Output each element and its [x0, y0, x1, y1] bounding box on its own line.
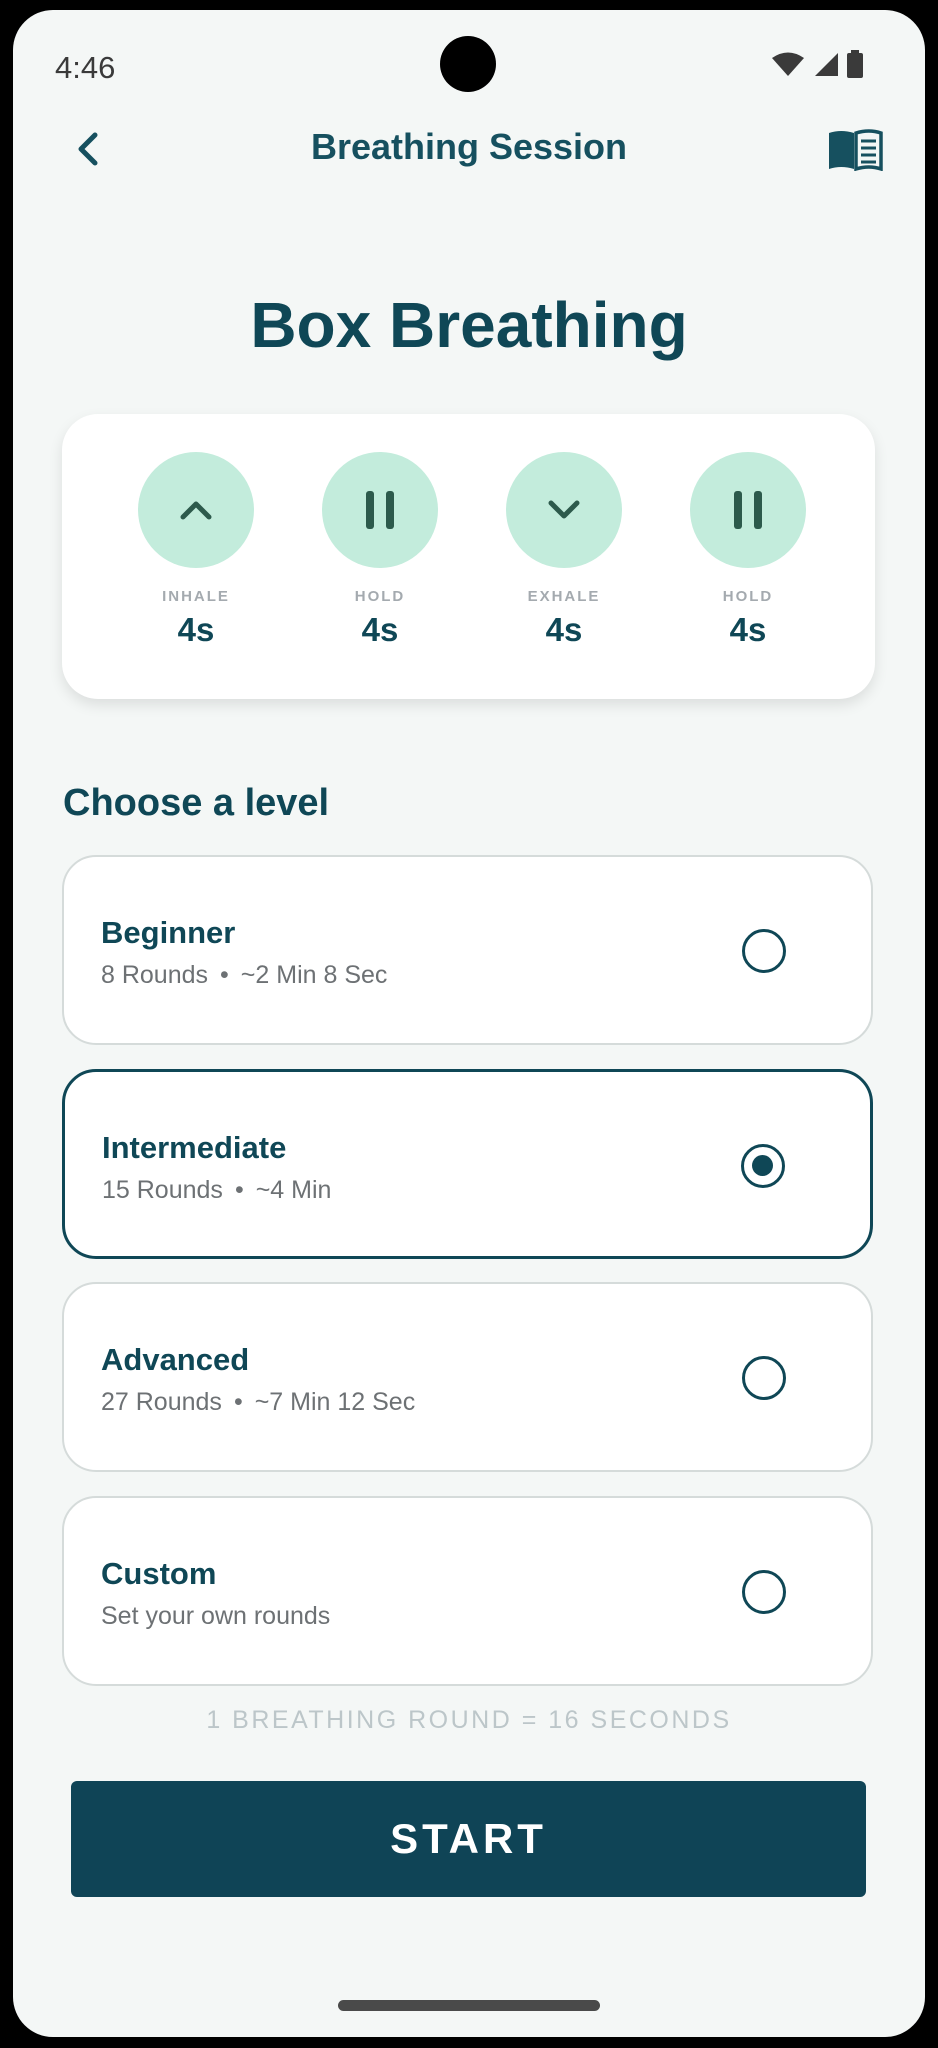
level-name: Intermediate: [102, 1130, 287, 1165]
phase-duration: 4s: [729, 611, 767, 648]
battery-icon: [847, 50, 863, 78]
phase-duration: 4s: [361, 611, 399, 648]
level-list-scroll-clip: Custom Set your own rounds: [13, 1490, 925, 1690]
separator-dot: •: [233, 1388, 243, 1416]
level-duration: ~4 Min: [255, 1176, 332, 1204]
radio-button-selected[interactable]: [741, 1144, 785, 1188]
status-bar: 4:46: [13, 10, 925, 120]
level-option-beginner[interactable]: Beginner 8 Rounds • ~2 Min 8 Sec: [62, 855, 873, 1045]
chevron-down-icon: [548, 500, 580, 519]
phase-icon-circle: [138, 452, 254, 568]
phase-exhale: EXHALE 4s: [504, 452, 624, 649]
level-duration: ~2 Min 8 Sec: [240, 961, 388, 989]
separator-dot: •: [220, 961, 229, 989]
separator-dot: •: [234, 1176, 244, 1204]
status-icons: [771, 50, 863, 78]
level-name: Custom: [101, 1556, 217, 1591]
radio-button[interactable]: [742, 1356, 786, 1400]
phase-icon-circle: [506, 452, 622, 568]
phase-label: HOLD: [722, 588, 774, 605]
level-details: 15 Rounds • ~4 Min: [102, 1176, 331, 1205]
phase-duration: 4s: [545, 611, 583, 648]
radio-button[interactable]: [742, 1570, 786, 1614]
guide-button[interactable]: [825, 124, 885, 174]
phase-icon-circle: [690, 452, 806, 568]
phase-inhale: INHALE 4s: [136, 452, 256, 649]
camera-cutout: [440, 36, 496, 92]
level-rounds: 27 Rounds: [101, 1388, 222, 1416]
breathing-phases-card: INHALE 4s HOLD 4s EXHALE 4s HOLD 4s: [62, 414, 875, 699]
header-title: Breathing Session: [310, 126, 628, 167]
level-option-intermediate[interactable]: Intermediate 15 Rounds • ~4 Min: [62, 1069, 873, 1259]
start-button[interactable]: START: [71, 1781, 866, 1897]
top-app-bar: Breathing Session: [13, 110, 925, 190]
phase-hold-2: HOLD 4s: [688, 452, 808, 649]
level-option-advanced[interactable]: Advanced 27 Rounds • ~7 Min 12 Sec: [62, 1282, 873, 1472]
level-subtitle: Set your own rounds: [101, 1602, 331, 1630]
level-details: 27 Rounds • ~7 Min 12 Sec: [101, 1388, 415, 1417]
status-time: 4:46: [55, 50, 116, 85]
level-rounds: 8 Rounds: [101, 961, 209, 989]
level-option-custom[interactable]: Custom Set your own rounds: [62, 1496, 873, 1686]
wifi-icon: [772, 52, 804, 76]
level-details: Set your own rounds: [101, 1602, 330, 1631]
signal-icon: [815, 53, 838, 76]
phase-icon-circle: [322, 452, 438, 568]
phase-hold-1: HOLD 4s: [320, 452, 440, 649]
section-title: Choose a level: [63, 782, 330, 824]
pause-icon: [734, 491, 762, 529]
phase-label: EXHALE: [527, 588, 601, 605]
app-screen: 4:46 Breathing Session Box Breathing INH…: [13, 10, 925, 2037]
home-indicator[interactable]: [338, 2000, 600, 2011]
round-duration-note: 1 BREATHING ROUND = 16 SECONDS: [206, 1706, 732, 1734]
level-details: 8 Rounds • ~2 Min 8 Sec: [101, 961, 387, 990]
level-duration: ~7 Min 12 Sec: [254, 1388, 416, 1416]
level-rounds: 15 Rounds: [102, 1176, 223, 1204]
chevron-up-icon: [180, 501, 212, 520]
pause-icon: [366, 491, 394, 529]
phase-duration: 4s: [177, 611, 215, 648]
exercise-title: Box Breathing: [250, 289, 688, 361]
book-icon: [829, 129, 883, 171]
radio-button[interactable]: [742, 929, 786, 973]
phase-label: HOLD: [354, 588, 406, 605]
phase-label: INHALE: [162, 588, 230, 605]
level-name: Advanced: [101, 1342, 250, 1377]
level-name: Beginner: [101, 915, 236, 950]
